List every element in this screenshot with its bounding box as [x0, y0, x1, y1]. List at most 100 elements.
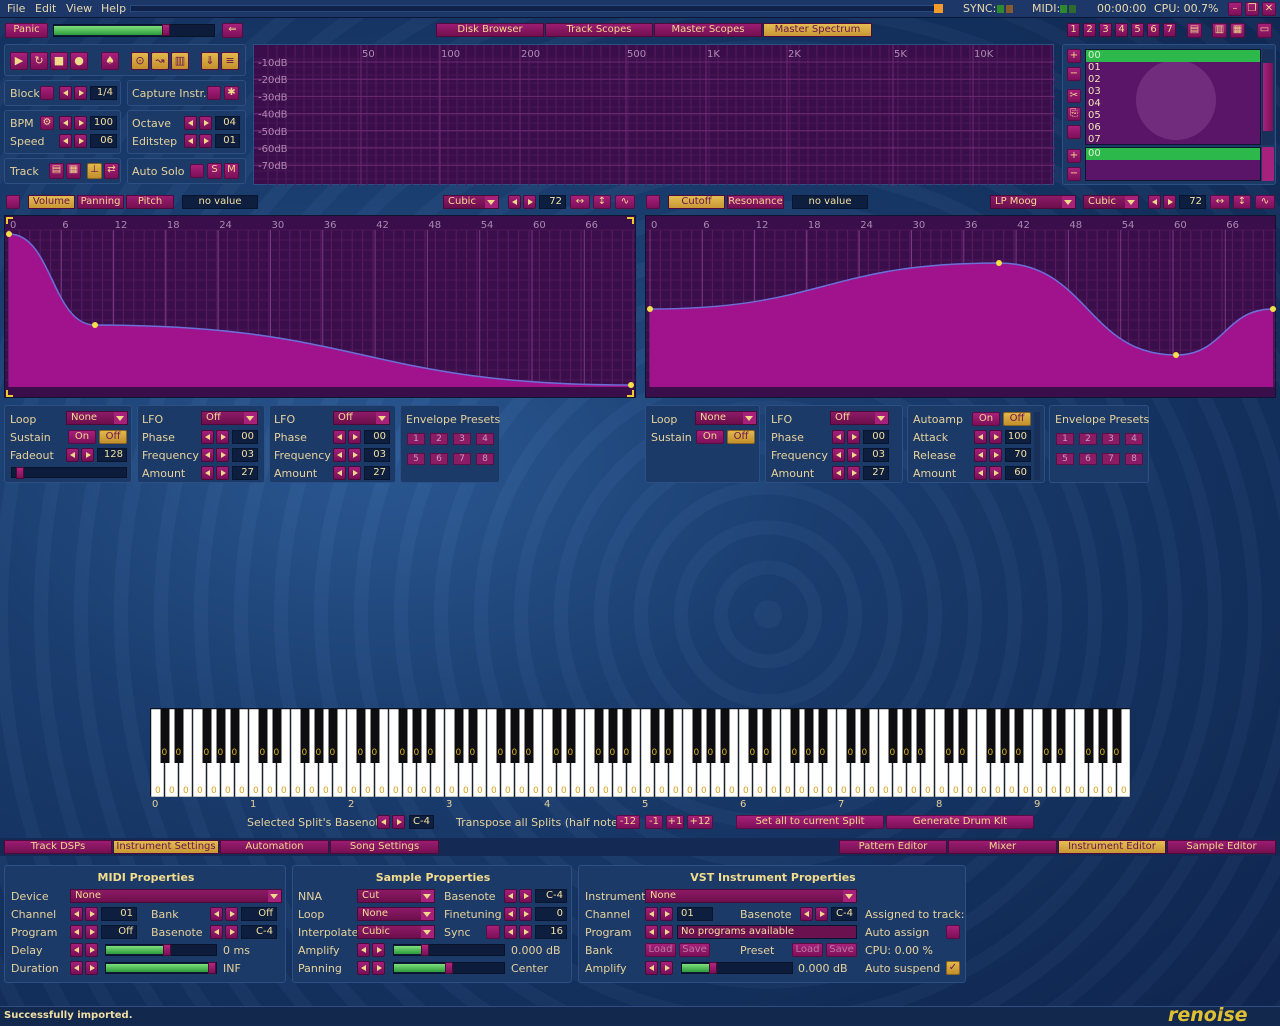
vst-bank-save-button[interactable]: Save	[679, 943, 710, 957]
filter-lfo-dropdown[interactable]: Off	[830, 411, 889, 425]
auto-suspend-checkbox[interactable]: ✓	[946, 961, 960, 975]
midi-basenote-increase-button[interactable]	[225, 925, 238, 939]
env-left-hzoom-icon[interactable]: ↔	[570, 195, 590, 209]
filter-lfo-amount-decrease-button[interactable]	[832, 466, 845, 480]
env-right-vzoom-icon[interactable]: ↕	[1233, 195, 1251, 209]
auto-solo-toggle[interactable]	[190, 164, 204, 178]
sample-panning-decrease-button[interactable]	[357, 961, 370, 975]
envelope-preset-button[interactable]: 1	[407, 433, 425, 445]
keyboard-icon[interactable]: ▥	[171, 52, 189, 70]
fadeout-slider[interactable]	[11, 467, 127, 479]
release-decrease-button[interactable]	[974, 448, 987, 462]
midi-basenote-decrease-button[interactable]	[210, 925, 223, 939]
filter-lfo-freq-decrease-button[interactable]	[832, 448, 845, 462]
envelope-preset-button[interactable]: 6	[1079, 453, 1097, 465]
master-volume-slider[interactable]	[53, 24, 215, 37]
remove-sample-icon[interactable]: −	[1067, 167, 1081, 181]
fadeout-value[interactable]: 128	[97, 448, 127, 462]
instrument-list-item[interactable]: 00	[1086, 50, 1260, 62]
menu-view[interactable]: View	[66, 2, 92, 15]
sample-basenote-value[interactable]: C-4	[535, 889, 567, 903]
fadeout-increase-button[interactable]	[81, 448, 94, 462]
env-left-interp-dropdown[interactable]: Cubic	[443, 195, 499, 209]
tab-panning[interactable]: Panning	[77, 195, 124, 209]
bpm-decrease-button[interactable]	[59, 116, 72, 130]
filter-lfo-amount-increase-button[interactable]	[847, 466, 860, 480]
layout3-icon[interactable]: ▦	[1230, 23, 1245, 38]
menu-help[interactable]: Help	[101, 2, 126, 15]
lfo1-freq-increase-button[interactable]	[216, 448, 229, 462]
octave-increase-button[interactable]	[199, 116, 212, 130]
midi-channel-value[interactable]: 01	[101, 907, 137, 921]
autoamp-off-button[interactable]: Off	[1003, 412, 1031, 426]
loop-pattern-icon[interactable]: ↻	[30, 52, 48, 70]
transpose-minus1-button[interactable]: -1	[645, 815, 663, 829]
instrument-list-item[interactable]: 07	[1086, 134, 1260, 146]
filter-lfo-phase-value[interactable]: 00	[863, 430, 889, 444]
sample-amplify-decrease-button[interactable]	[357, 943, 370, 957]
midi-channel-decrease-button[interactable]	[70, 907, 83, 921]
envelope-preset-button[interactable]: 8	[476, 453, 494, 465]
lfo2-frequency-value[interactable]: 03	[364, 448, 390, 462]
tab-track-dsps[interactable]: Track DSPs	[4, 840, 112, 854]
block-decrease-button[interactable]	[59, 86, 72, 100]
instrument-list-item[interactable]: 03	[1086, 86, 1260, 98]
vst-bank-load-button[interactable]: Load	[645, 943, 676, 957]
fullscreen-icon[interactable]: ▭	[1257, 23, 1272, 38]
track-number-button[interactable]: 1	[1067, 23, 1080, 37]
envelope-point[interactable]	[647, 306, 653, 312]
sample-list[interactable]: 00	[1085, 147, 1261, 181]
bpm-value[interactable]: 100	[90, 116, 117, 130]
track-number-button[interactable]: 7	[1163, 23, 1176, 37]
lfo1-type-dropdown[interactable]: Off	[201, 411, 258, 425]
tab-cutoff[interactable]: Cutoff	[668, 195, 725, 209]
capture-icon[interactable]: ✱	[224, 86, 239, 100]
midi-program-decrease-button[interactable]	[70, 925, 83, 939]
track-pin-icon[interactable]: ⊥	[87, 163, 102, 179]
follow-icon[interactable]: ⊙	[131, 52, 149, 70]
release-increase-button[interactable]	[989, 448, 1002, 462]
track-link-icon[interactable]: ⇄	[104, 163, 119, 179]
env-left-wave-icon[interactable]: ∿	[615, 195, 635, 209]
vst-instrument-dropdown[interactable]: None	[645, 889, 857, 903]
sustain-on-button[interactable]: On	[68, 430, 96, 444]
generate-drum-kit-button[interactable]: Generate Drum Kit	[886, 815, 1034, 829]
remove-instrument-icon[interactable]: −	[1067, 67, 1081, 81]
filter-loop-dropdown[interactable]: None	[695, 411, 757, 425]
minimize-icon[interactable]: –	[1228, 2, 1242, 16]
vst-basenote-increase-button[interactable]	[815, 907, 828, 921]
env-left-length-decrease-button[interactable]	[508, 195, 521, 209]
envelope-preset-button[interactable]: 5	[1056, 453, 1074, 465]
env-right-interp-dropdown[interactable]: Cubic	[1083, 195, 1139, 209]
tab-pitch[interactable]: Pitch	[126, 195, 174, 209]
lfo2-type-dropdown[interactable]: Off	[333, 411, 390, 425]
midi-channel-increase-button[interactable]	[85, 907, 98, 921]
envelope-preset-button[interactable]: 6	[430, 453, 448, 465]
piano-keys[interactable]: 0000000000000000000000000000000000000000…	[151, 709, 1131, 797]
lfo2-phase-increase-button[interactable]	[348, 430, 361, 444]
basenote-value[interactable]: C-4	[409, 815, 434, 829]
envelope-preset-button[interactable]: 1	[1056, 433, 1074, 445]
lfo2-phase-value[interactable]: 00	[364, 430, 390, 444]
vst-basenote-decrease-button[interactable]	[800, 907, 813, 921]
set-all-split-button[interactable]: Set all to current Split	[736, 815, 884, 829]
editstep-value[interactable]: 01	[215, 134, 240, 148]
envelope-preset-button[interactable]: 4	[476, 433, 494, 445]
transpose-minus12-button[interactable]: -12	[616, 815, 640, 829]
sample-list-item[interactable]: 00	[1086, 148, 1260, 160]
env-right-length-value[interactable]: 72	[1179, 195, 1206, 209]
envelope-point[interactable]	[1173, 352, 1179, 358]
lfo1-amount-increase-button[interactable]	[216, 466, 229, 480]
restore-icon[interactable]: ❐	[1245, 2, 1259, 16]
interpolate-dropdown[interactable]: Cubic	[357, 925, 435, 939]
envelope-preset-button[interactable]: 7	[453, 453, 471, 465]
release-value[interactable]: 70	[1005, 448, 1031, 462]
filter-type-dropdown[interactable]: LP Moog	[990, 195, 1076, 209]
block-toggle[interactable]	[40, 86, 54, 100]
envelope-point[interactable]	[6, 231, 12, 237]
sync-decrease-button[interactable]	[504, 925, 517, 939]
instrument-list-item[interactable]: 04	[1086, 98, 1260, 110]
sample-basenote-increase-button[interactable]	[519, 889, 532, 903]
track-number-button[interactable]: 6	[1147, 23, 1160, 37]
finetune-decrease-button[interactable]	[504, 907, 517, 921]
